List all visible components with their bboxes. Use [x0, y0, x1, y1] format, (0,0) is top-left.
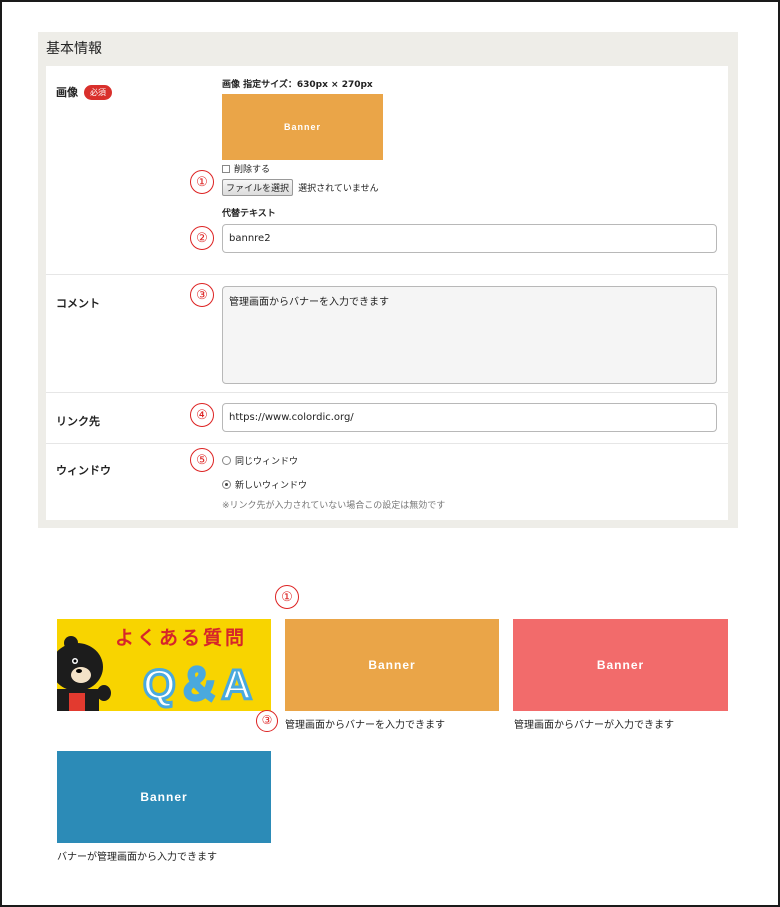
faq-title: よくある質問 [115, 627, 248, 649]
gallery-caption-blue: バナーが管理画面から入力できます [57, 852, 217, 863]
basic-info-panel: 基本情報 画像 必須 画像 指定サイズ：630px × 270px Banner … [38, 32, 738, 528]
image-size-label: 画像 指定サイズ：630px × 270px [222, 80, 373, 90]
section-title: 基本情報 [46, 41, 102, 57]
window-row: ウィンドウ ⑤ 同じウィンドウ 新しいウィンドウ ※リンク先が入力されていない場… [46, 443, 728, 520]
gallery-banner-blue[interactable]: Banner [57, 751, 271, 843]
comment-label: コメント [56, 297, 100, 310]
comment-row: コメント ③ 管理画面からバナーを入力できます [46, 274, 728, 392]
link-row: リンク先 ④ https://www.colordic.org/ [46, 392, 728, 443]
bear-illustration [57, 636, 111, 711]
gallery-caption-red: 管理画面からバナーが入力できます [514, 720, 674, 731]
window-label: ウィンドウ [56, 464, 111, 477]
faq-qa: Q＆A [141, 660, 255, 710]
radio-same-window[interactable]: 同じウィンドウ [222, 454, 298, 467]
link-label: リンク先 [56, 415, 100, 428]
image-preview: Banner [222, 94, 383, 160]
link-url-input[interactable]: https://www.colordic.org/ [222, 403, 717, 432]
radio-new-window[interactable]: 新しいウィンドウ [222, 478, 307, 491]
alt-text-input[interactable]: bannre2 [222, 224, 717, 253]
comment-textarea[interactable]: 管理画面からバナーを入力できます [222, 286, 717, 384]
marker-1: ① [190, 170, 214, 194]
file-picker: ファイルを選択 選択されていません [222, 176, 379, 196]
image-label: 画像 必須 [56, 84, 112, 100]
gallery-marker-1: ① [275, 585, 299, 609]
delete-checkbox-row[interactable]: 削除する [222, 162, 270, 175]
required-badge: 必須 [84, 85, 112, 100]
faq-banner[interactable]: よくある質問 Q＆A [57, 619, 271, 711]
image-row: 画像 必須 画像 指定サイズ：630px × 270px Banner 削除する … [46, 66, 728, 274]
marker-2: ② [190, 226, 214, 250]
marker-3: ③ [190, 283, 214, 307]
marker-5: ⑤ [190, 448, 214, 472]
gallery-caption-orange: 管理画面からバナーを入力できます [285, 720, 445, 731]
choose-file-button[interactable]: ファイルを選択 [222, 179, 294, 196]
marker-4: ④ [190, 403, 214, 427]
file-status: 選択されていません [298, 184, 379, 194]
radio-new-window-control[interactable] [222, 480, 231, 489]
alt-text-label: 代替テキスト [222, 209, 276, 219]
delete-checkbox[interactable] [222, 165, 230, 173]
gallery-banner-orange[interactable]: Banner [285, 619, 499, 711]
form-body: 画像 必須 画像 指定サイズ：630px × 270px Banner 削除する … [46, 66, 728, 520]
window-note: ※リンク先が入力されていない場合この設定は無効です [222, 501, 446, 511]
radio-same-window-control[interactable] [222, 456, 231, 465]
gallery-marker-3: ③ [256, 710, 278, 732]
gallery-banner-red[interactable]: Banner [513, 619, 728, 711]
